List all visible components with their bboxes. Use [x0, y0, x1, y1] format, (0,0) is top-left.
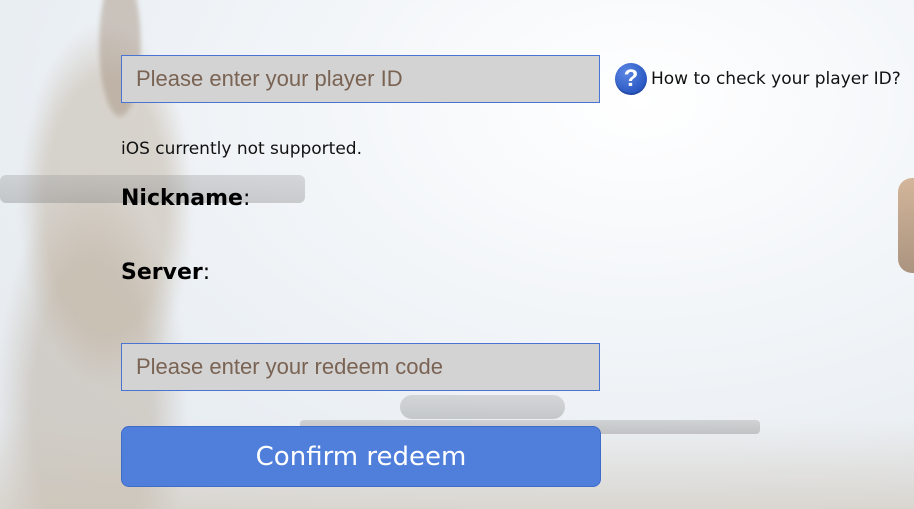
player-id-input[interactable] — [121, 55, 600, 103]
redeem-code-input[interactable] — [121, 343, 600, 391]
server-separator: : — [202, 260, 211, 285]
how-to-check-player-id-link[interactable]: ? How to check your player ID? — [615, 62, 901, 96]
server-row: Server: — [121, 260, 210, 285]
server-label: Server — [121, 260, 203, 285]
ios-notice: iOS currently not supported. — [121, 139, 362, 159]
nickname-row: Nickname: — [121, 186, 250, 211]
confirm-redeem-button[interactable]: Confirm redeem — [121, 426, 601, 487]
partial-character-figure — [898, 178, 914, 273]
nickname-label: Nickname — [121, 186, 243, 211]
scope-graphic — [400, 395, 565, 419]
help-link-text[interactable]: How to check your player ID? — [651, 69, 901, 89]
question-mark-icon[interactable]: ? — [615, 63, 647, 95]
nickname-separator: : — [242, 186, 251, 211]
